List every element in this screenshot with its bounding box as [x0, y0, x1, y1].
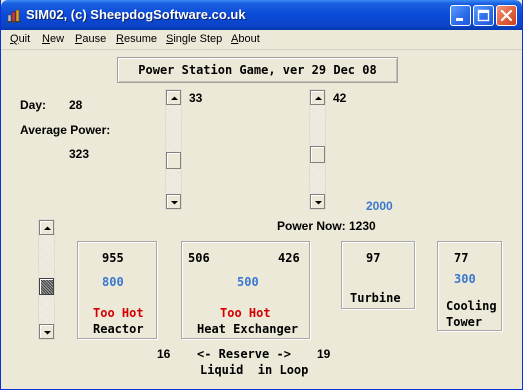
exchanger-outlet-temperature: 426	[278, 251, 300, 265]
heat-exchanger-panel: 506 426 500 Too Hot Heat Exchanger	[181, 241, 310, 339]
arrow-down-icon	[315, 201, 322, 205]
turbine-label: Turbine	[350, 291, 401, 305]
scroll-down-button[interactable]	[39, 324, 54, 339]
window-title: SIM02, (c) SheepdogSoftware.co.uk	[26, 7, 246, 22]
reactor-control-scrollbar[interactable]	[165, 89, 182, 210]
exchanger-inlet-temperature: 506	[188, 251, 210, 265]
day-value: 28	[69, 98, 83, 112]
menu-single-step[interactable]: Single Step	[166, 33, 222, 45]
reactor-control-value: 33	[189, 91, 203, 105]
exchanger-setpoint: 500	[237, 275, 259, 289]
menu-quit-accel: Q	[10, 33, 19, 45]
reserve-right-value: 19	[317, 347, 331, 361]
liquid-in-loop-label: Liquid in Loop	[200, 363, 309, 377]
menu-resume-accel: R	[116, 33, 124, 45]
arrow-up-icon	[171, 96, 178, 100]
cooling-control-scrollbar[interactable]	[38, 219, 55, 340]
reserve-left-value: 16	[157, 347, 171, 361]
exchanger-status: Too Hot	[220, 306, 271, 320]
scroll-up-button[interactable]	[166, 90, 181, 105]
menu-quit[interactable]: Quit	[10, 33, 30, 45]
scroll-down-button[interactable]	[310, 194, 325, 209]
menu-about-label: bout	[238, 33, 260, 45]
exchanger-control-scrollbar[interactable]	[309, 89, 326, 210]
scroll-down-button[interactable]	[166, 194, 181, 209]
arrow-down-icon	[44, 331, 51, 335]
menu-new[interactable]: New	[42, 33, 64, 45]
cooling-tower-label-line2: Tower	[446, 315, 483, 329]
arrow-down-icon	[171, 201, 178, 205]
exchanger-control-value: 42	[333, 91, 347, 105]
scroll-up-button[interactable]	[39, 220, 54, 235]
menu-resume-label: esume	[123, 33, 157, 45]
menu-new-accel: N	[42, 33, 50, 45]
reactor-setpoint: 800	[102, 275, 124, 289]
cooling-tower-panel: 77 300 Cooling Tower	[437, 241, 502, 331]
reactor-status: Too Hot	[93, 306, 144, 320]
reactor-label: Reactor	[93, 322, 144, 336]
menu-quit-label: uit	[18, 33, 31, 45]
scroll-thumb[interactable]	[310, 146, 325, 163]
menu-bar: Quit New Pause Resume Single Step About	[1, 30, 522, 50]
cooling-tower-setpoint: 300	[454, 272, 476, 286]
power-target-value: 2000	[366, 199, 393, 213]
close-button[interactable]	[496, 5, 517, 26]
menu-resume[interactable]: Resume	[116, 33, 157, 45]
title-bar[interactable]: SIM02, (c) SheepdogSoftware.co.uk	[1, 0, 522, 30]
menu-single-step-label: ingle Step	[173, 33, 223, 45]
power-now-readout: Power Now: 1230	[277, 219, 376, 233]
menu-new-label: ew	[49, 33, 65, 45]
exchanger-label: Heat Exchanger	[197, 322, 299, 336]
average-power-value: 323	[69, 147, 90, 161]
scroll-thumb[interactable]	[39, 278, 54, 295]
minimize-icon	[456, 18, 463, 21]
cooling-tower-value: 77	[454, 251, 469, 265]
maximize-icon	[477, 9, 490, 22]
minimize-button[interactable]	[450, 5, 471, 26]
app-window: SIM02, (c) SheepdogSoftware.co.uk Quit N…	[0, 0, 523, 390]
reserve-label: <- Reserve ->	[197, 347, 291, 361]
turbine-panel: 97 Turbine	[341, 241, 415, 309]
game-title-button[interactable]: Power Station Game, ver 29 Dec 08	[117, 57, 398, 83]
reactor-temperature: 955	[102, 251, 124, 265]
arrow-up-icon	[44, 226, 51, 230]
app-icon[interactable]	[6, 7, 22, 23]
close-icon	[500, 9, 513, 22]
cooling-tower-label-line1: Cooling	[446, 299, 497, 313]
menu-pause-label: ause	[82, 33, 107, 45]
menu-pause[interactable]: Pause	[75, 33, 106, 45]
turbine-value: 97	[366, 251, 381, 265]
reactor-panel: 955 800 Too Hot Reactor	[77, 241, 157, 339]
arrow-up-icon	[315, 96, 322, 100]
scroll-up-button[interactable]	[310, 90, 325, 105]
average-power-label: Average Power:	[20, 123, 111, 137]
maximize-button[interactable]	[473, 5, 494, 26]
menu-about[interactable]: About	[231, 33, 260, 45]
scroll-thumb[interactable]	[166, 152, 181, 169]
day-label: Day:	[20, 98, 47, 112]
